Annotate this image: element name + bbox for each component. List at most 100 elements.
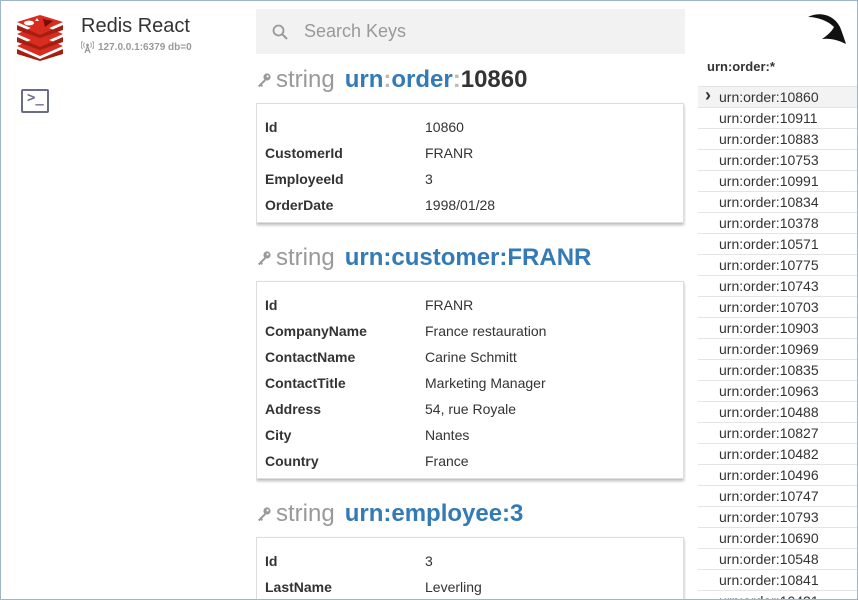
field-name: LastName bbox=[265, 579, 332, 595]
key-name-link[interactable]: urn:customer:FRANR bbox=[345, 244, 592, 272]
connection-info: 127.0.0.1:6379 db=0 bbox=[81, 41, 192, 53]
key-name-link[interactable]: urn:order:10860 bbox=[345, 66, 528, 94]
field-row: Address 54, rue Royale bbox=[265, 396, 675, 422]
key-header: string urn:order:10860 bbox=[256, 63, 686, 97]
key-list-item[interactable]: urn:order:10378 bbox=[698, 212, 857, 233]
key-type: string bbox=[276, 500, 335, 527]
field-name: Country bbox=[265, 453, 319, 469]
key-list-item[interactable]: urn:order:10747 bbox=[698, 485, 857, 506]
key-list-item[interactable]: urn:order:10690 bbox=[698, 527, 857, 548]
field-value: 54, rue Royale bbox=[425, 401, 517, 417]
field-value: France bbox=[425, 453, 469, 469]
field-value: Leverling bbox=[425, 579, 482, 595]
key-part: 10860 bbox=[460, 66, 528, 93]
key-list-item[interactable]: urn:order:10703 bbox=[698, 296, 857, 317]
key-icon bbox=[256, 505, 274, 523]
field-value: Carine Schmitt bbox=[425, 349, 517, 365]
key-list-item[interactable]: urn:order:10903 bbox=[698, 317, 857, 338]
key-list-item[interactable]: urn:order:10775 bbox=[698, 254, 857, 275]
field-row: CompanyName France restauration bbox=[265, 318, 675, 344]
key-pattern-label: urn:order:* bbox=[707, 59, 775, 74]
field-value: FRANR bbox=[425, 145, 474, 161]
field-name: Address bbox=[265, 401, 322, 417]
field-row: Id 10860 bbox=[265, 114, 675, 140]
field-row: Country France bbox=[265, 448, 675, 474]
field-row: CustomerId FRANR bbox=[265, 140, 675, 166]
field-value: Marketing Manager bbox=[425, 375, 546, 391]
key-list-item[interactable]: urn:order:10496 bbox=[698, 464, 857, 485]
key-list-item[interactable]: urn:order:10488 bbox=[698, 401, 857, 422]
key-list-item[interactable]: urn:order:10571 bbox=[698, 233, 857, 254]
field-name: OrderDate bbox=[265, 197, 334, 213]
key-list-item[interactable]: urn:order:10827 bbox=[698, 422, 857, 443]
field-row: Id 3 bbox=[265, 548, 675, 574]
key-header: string urn:customer:FRANR bbox=[256, 241, 686, 275]
key-list: urn:order:10860urn:order:10911urn:order:… bbox=[698, 85, 857, 599]
key-list-item[interactable]: urn:order:10841 bbox=[698, 569, 857, 590]
key-icon bbox=[256, 71, 274, 89]
key-list-item[interactable]: urn:order:10548 bbox=[698, 548, 857, 569]
key-entry: string urn:order:10860 Id 10860 CustomerI… bbox=[256, 63, 686, 223]
field-value: 3 bbox=[425, 171, 433, 187]
search-bar bbox=[256, 9, 685, 54]
key-list-item[interactable]: urn:order:10969 bbox=[698, 338, 857, 359]
key-list-item[interactable]: urn:order:10421 bbox=[698, 590, 857, 599]
key-entry: string urn:customer:FRANR Id FRANR Compan… bbox=[256, 241, 686, 479]
key-list-item[interactable]: urn:order:10482 bbox=[698, 443, 857, 464]
app-title: Redis React bbox=[81, 15, 190, 37]
key-details: string urn:order:10860 Id 10860 CustomerI… bbox=[256, 63, 686, 599]
field-row: Id FRANR bbox=[265, 292, 675, 318]
key-header: string urn:employee:3 bbox=[256, 497, 686, 531]
field-row: OrderDate 1998/01/28 bbox=[265, 192, 675, 218]
field-row: ContactName Carine Schmitt bbox=[265, 344, 675, 370]
console-button[interactable]: >_ bbox=[21, 89, 49, 113]
field-value: 1998/01/28 bbox=[425, 197, 496, 213]
brand-header: Redis React 127.0.0.1:6379 db=0 bbox=[15, 15, 245, 75]
field-name: Id bbox=[265, 119, 278, 135]
field-value: FRANR bbox=[425, 297, 474, 313]
field-value: 3 bbox=[425, 553, 433, 569]
field-value: 10860 bbox=[425, 119, 464, 135]
key-type: string bbox=[276, 244, 335, 271]
field-value: Nantes bbox=[425, 427, 470, 443]
search-input[interactable] bbox=[304, 21, 664, 42]
field-value: France restauration bbox=[425, 323, 547, 339]
field-name: Id bbox=[265, 297, 278, 313]
key-entry: string urn:employee:3 Id 3 LastName Leverl… bbox=[256, 497, 686, 599]
key-icon bbox=[256, 249, 274, 267]
key-list-item[interactable]: urn:order:10835 bbox=[698, 359, 857, 380]
field-name: ContactName bbox=[265, 349, 356, 365]
key-list-item[interactable]: urn:order:10743 bbox=[698, 275, 857, 296]
field-name: ContactTitle bbox=[265, 375, 346, 391]
key-list-item[interactable]: urn:order:10753 bbox=[698, 149, 857, 170]
key-list-item[interactable]: urn:order:10793 bbox=[698, 506, 857, 527]
key-list-item[interactable]: urn:order:10883 bbox=[698, 128, 857, 149]
value-card: Id 3 LastName Leverling bbox=[256, 537, 684, 599]
field-row: ContactTitle Marketing Manager bbox=[265, 370, 675, 396]
antenna-icon bbox=[81, 41, 94, 53]
key-list-item[interactable]: urn:order:10860 bbox=[698, 85, 857, 107]
field-name: CustomerId bbox=[265, 145, 343, 161]
terminal-icon: >_ bbox=[27, 90, 44, 106]
key-name-link[interactable]: urn:employee:3 bbox=[345, 500, 524, 528]
key-list-item[interactable]: urn:order:10911 bbox=[698, 107, 857, 128]
search-icon bbox=[256, 24, 304, 40]
connection-label: 127.0.0.1:6379 db=0 bbox=[98, 41, 192, 53]
app-window: Redis React 127.0.0.1:6379 db=0 >_ Searc… bbox=[0, 0, 858, 600]
field-name: Id bbox=[265, 553, 278, 569]
field-name: EmployeeId bbox=[265, 171, 344, 187]
key-list-item[interactable]: urn:order:10834 bbox=[698, 191, 857, 212]
key-separator: : bbox=[452, 66, 461, 93]
value-card: Id 10860 CustomerId FRANR EmployeeId 3 Orde… bbox=[256, 103, 684, 223]
fin-logo-icon bbox=[808, 14, 846, 45]
field-row: City Nantes bbox=[265, 422, 675, 448]
key-list-item[interactable]: urn:order:10991 bbox=[698, 170, 857, 191]
value-card: Id FRANR CompanyName France restauration C… bbox=[256, 281, 684, 479]
key-part: urn bbox=[344, 66, 384, 93]
key-type: string bbox=[276, 66, 335, 93]
key-list-panel: urn:order:* urn:order:10860urn:order:109… bbox=[698, 1, 857, 599]
key-list-item[interactable]: urn:order:10963 bbox=[698, 380, 857, 401]
field-row: LastName Leverling bbox=[265, 574, 675, 599]
key-part: order bbox=[391, 66, 453, 93]
redis-logo-icon bbox=[17, 15, 63, 61]
